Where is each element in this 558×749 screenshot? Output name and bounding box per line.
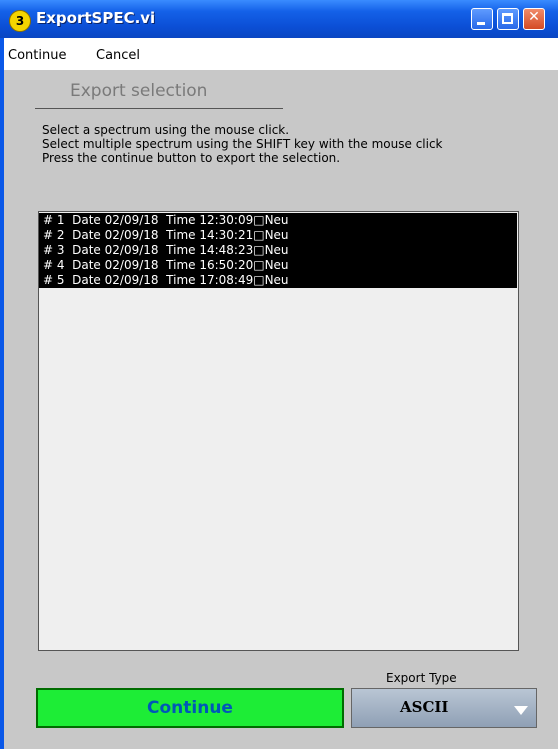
client-area: Export selection Select a spectrum using…: [4, 70, 558, 749]
spectrum-listbox[interactable]: # 1 Date 02/09/18 Time 12:30:09□Neu # 2 …: [38, 211, 519, 651]
scroll-up-arrow-icon[interactable]: [518, 213, 519, 231]
export-type-value: ASCII: [400, 698, 449, 716]
spectrum-row[interactable]: # 5 Date 02/09/18 Time 17:08:49□Neu: [39, 273, 517, 288]
listbox-scrollbar[interactable]: [518, 213, 519, 651]
window-title: ExportSPEC.vi: [36, 9, 156, 27]
export-type-select[interactable]: ASCII: [351, 688, 537, 728]
minimize-icon[interactable]: [471, 8, 493, 30]
maximize-icon[interactable]: [497, 8, 519, 30]
spectrum-row[interactable]: # 2 Date 02/09/18 Time 14:30:21□Neu: [39, 228, 517, 243]
dropdown-arrow-icon[interactable]: [514, 706, 528, 715]
spectrum-row[interactable]: # 1 Date 02/09/18 Time 12:30:09□Neu: [39, 213, 517, 228]
instruction-line: Select multiple spectrum using the SHIFT…: [42, 137, 443, 151]
app-icon[interactable]: 3: [9, 10, 31, 32]
spectrum-row[interactable]: # 4 Date 02/09/18 Time 16:50:20□Neu: [39, 258, 517, 273]
title-bar[interactable]: 3 ExportSPEC.vi: [0, 0, 558, 38]
section-divider: [35, 108, 283, 109]
spectrum-row[interactable]: # 3 Date 02/09/18 Time 14:48:23□Neu: [39, 243, 517, 258]
export-spec-window: 3 ExportSPEC.vi Continue Cancel Export s…: [0, 0, 558, 749]
close-icon[interactable]: [523, 8, 545, 30]
instruction-line: Press the continue button to export the …: [42, 151, 341, 165]
instructions: Select a spectrum using the mouse click.…: [42, 123, 532, 165]
scroll-down-arrow-icon[interactable]: [518, 633, 519, 651]
menu-bar: Continue Cancel: [4, 38, 558, 70]
section-title: Export selection: [70, 81, 208, 101]
menu-item-continue[interactable]: Continue: [8, 48, 66, 63]
menu-item-cancel[interactable]: Cancel: [96, 48, 140, 63]
instruction-line: Select a spectrum using the mouse click.: [42, 123, 290, 137]
continue-button[interactable]: Continue: [36, 688, 344, 728]
export-type-label: Export Type: [386, 671, 457, 685]
